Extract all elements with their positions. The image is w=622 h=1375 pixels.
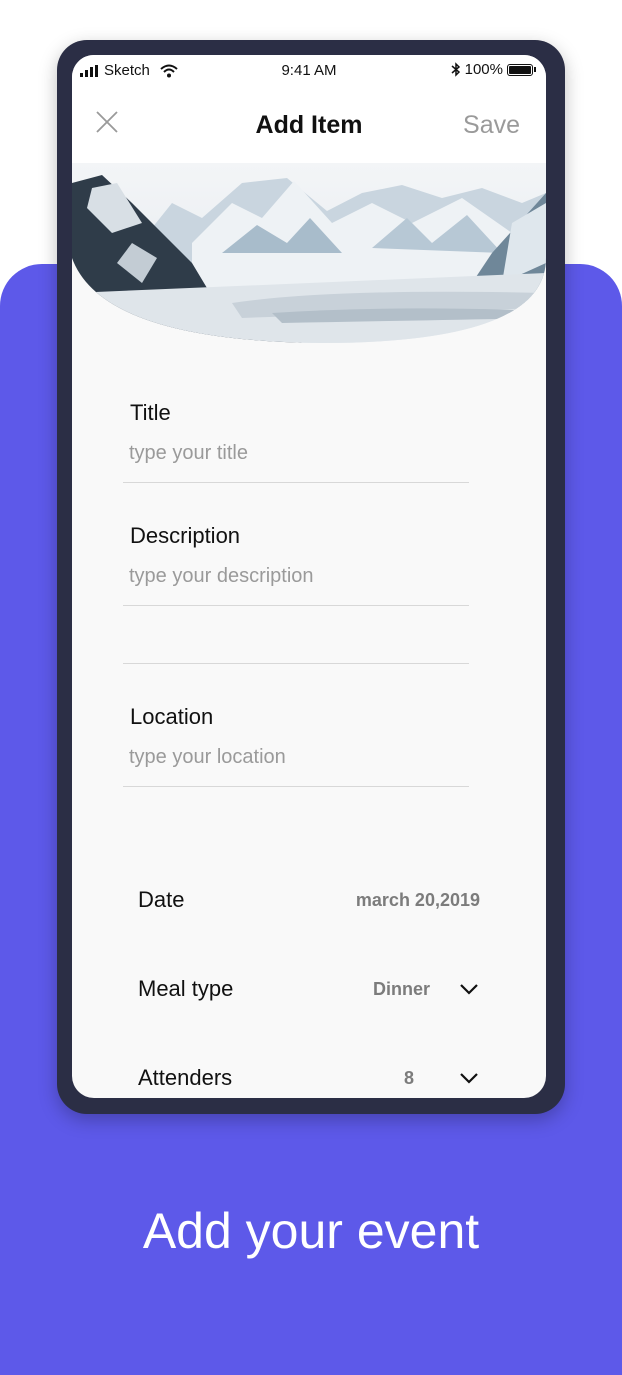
- battery-tip: [534, 67, 536, 72]
- battery-percent: 100%: [464, 61, 503, 78]
- battery-icon: [507, 63, 533, 76]
- description-second-underline: [123, 663, 469, 664]
- meal-type-value: Dinner: [372, 979, 430, 999]
- location-underline: [123, 786, 469, 787]
- bluetooth-icon: [451, 62, 460, 77]
- caption-text: Add your event: [142, 1203, 480, 1259]
- meal-type-row[interactable]: Meal type Dinner: [138, 976, 480, 1016]
- save-button[interactable]: Save: [463, 111, 520, 140]
- status-right: 100%: [451, 61, 536, 78]
- title-input[interactable]: type your title: [129, 442, 248, 465]
- chevron-down-icon[interactable]: [458, 978, 480, 1000]
- description-underline: [123, 605, 469, 606]
- chevron-down-icon[interactable]: [458, 1067, 480, 1089]
- date-value: march 20,2019: [355, 890, 480, 910]
- attenders-row[interactable]: Attenders 8: [138, 1065, 480, 1098]
- location-input[interactable]: type your location: [129, 746, 286, 769]
- nav-bar: Add Item Save: [72, 89, 546, 163]
- phone-screen: Sketch 9:41 AM 100% Add Item Save Title …: [72, 55, 546, 1098]
- date-label: Date: [138, 887, 185, 912]
- description-label: Description: [130, 523, 241, 548]
- meal-type-label: Meal type: [138, 976, 234, 1001]
- attenders-label: Attenders: [138, 1065, 233, 1090]
- description-input[interactable]: type your description: [129, 565, 314, 588]
- location-label: Location: [130, 704, 214, 729]
- phone-frame: Sketch 9:41 AM 100% Add Item Save Title …: [57, 40, 565, 1114]
- title-underline: [123, 482, 469, 483]
- attenders-value: 8: [403, 1068, 414, 1088]
- date-row[interactable]: Date march 20,2019: [138, 887, 480, 927]
- title-label: Title: [130, 400, 171, 425]
- mountain-hero-image: [72, 163, 546, 343]
- status-bar: Sketch 9:41 AM 100%: [72, 55, 546, 89]
